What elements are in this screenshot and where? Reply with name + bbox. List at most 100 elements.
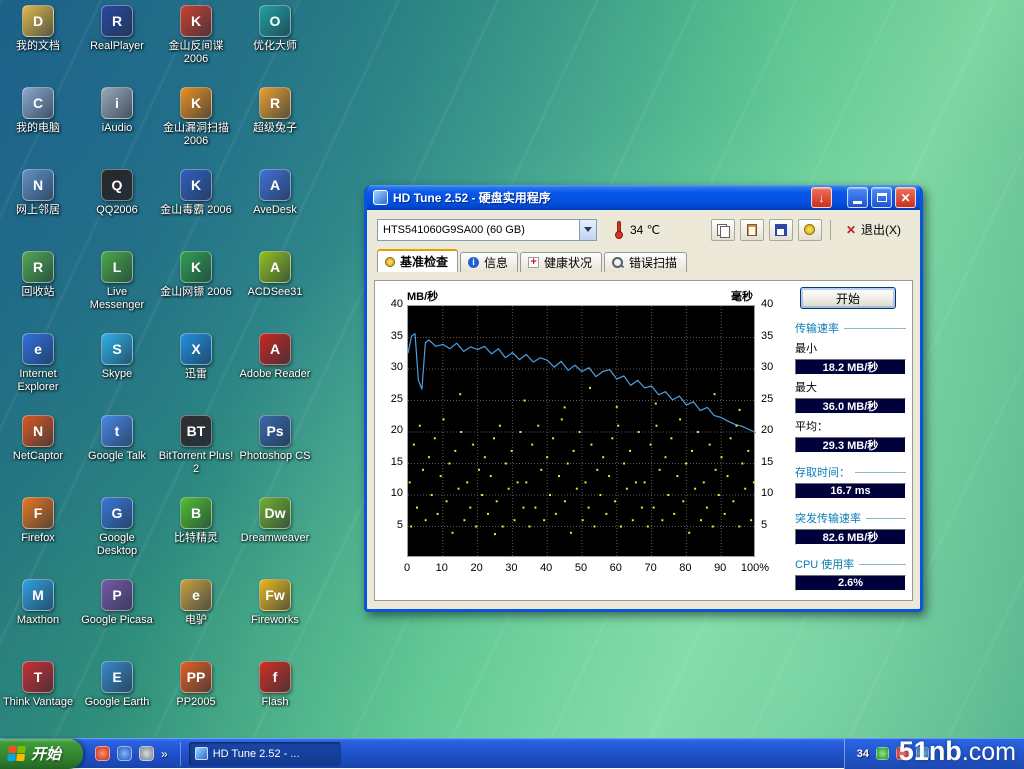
desktop-icon-8[interactable]: TThink Vantage [0,661,76,709]
save-button[interactable] [769,219,793,241]
quick-launch-chevron-icon[interactable]: » [161,747,168,761]
desktop-icon-6[interactable]: FFirefox [0,497,76,545]
desktop-icon-label: Google Desktop [79,532,155,557]
desktop-icon-label: 优化大师 [237,40,313,53]
desktop-icon-19[interactable]: K金山漏洞扫描 2006 [158,87,234,147]
desktop-icon-34[interactable]: FwFireworks [237,579,313,627]
desktop-icon-29[interactable]: AAveDesk [237,169,313,217]
desktop-icon-27[interactable]: O优化大师 [237,5,313,53]
desktop-icon-13[interactable]: SSkype [79,333,155,381]
x-tick: 20 [461,562,493,574]
desktop-icon-label: 金山毒霸 2006 [158,204,234,217]
desktop-icon-3[interactable]: R回收站 [0,251,76,299]
x-tick: 60 [600,562,632,574]
desktop-icon-21[interactable]: K金山网镖 2006 [158,251,234,299]
app-icon: G [101,497,133,529]
x-tick: 80 [669,562,701,574]
desktop-icon-32[interactable]: PsPhotoshop CS [237,415,313,463]
start-benchmark-button[interactable]: 开始 [800,287,896,309]
desktop-icon-23[interactable]: BT BitTorrent Plus! 2 [158,415,234,475]
quick-launch-icon-1[interactable] [95,746,110,761]
tab-benchmark[interactable]: 基准检查 [377,249,458,272]
quick-launch-icon-2[interactable] [117,746,132,761]
desktop-icon-15[interactable]: G Google Desktop [79,497,155,557]
desktop-icon-grid: D我的文档 C我的电脑 N网上邻居 R回收站 eInternet Explorer NNe… [0,0,330,738]
desktop-icon-label: 我的电脑 [0,122,76,135]
desktop-icon-2[interactable]: N网上邻居 [0,169,76,217]
result-group-title: 存取时间： [795,464,906,480]
desktop-icon-24[interactable]: B比特精灵 [158,497,234,545]
results-groups: 传输速率最小18.2 MB/秒最大36.0 MB/秒平均：29.3 MB/秒存取… [795,320,906,591]
exit-label: 退出(X) [861,221,901,238]
quick-launch-icon-3[interactable] [139,746,154,761]
dropdown-arrow-icon[interactable] [579,220,596,240]
desktop-icon-4[interactable]: eInternet Explorer [0,333,76,393]
desktop-icon-label: 超级兔子 [237,122,313,135]
app-icon: D [22,5,54,37]
app-icon: N [22,415,54,447]
desktop-icon-18[interactable]: K金山反间谍 2006 [158,5,234,65]
window-titlebar[interactable]: HD Tune 2.52 - 硬盘实用程序 ↓ ✕ [367,185,920,210]
app-icon: S [101,333,133,365]
options-icon [804,224,815,235]
desktop-icon-30[interactable]: AACDSee31 [237,251,313,299]
app-icon: BT [180,415,212,447]
desktop-icon-10[interactable]: iiAudio [79,87,155,135]
desktop-icon-5[interactable]: NNetCaptor [0,415,76,463]
tab-health[interactable]: +健康状况 [520,252,602,272]
desktop-icon-22[interactable]: X迅雷 [158,333,234,381]
tab-info[interactable]: i信息 [460,252,518,272]
desktop-icon-label: ACDSee31 [237,286,313,299]
drive-select[interactable]: HTS541060G9SA00 (60 GB) [377,219,597,241]
toolbar-separator [830,220,831,240]
desktop-icon-28[interactable]: R超级兔子 [237,87,313,135]
tab-scan[interactable]: 错误扫描 [604,252,687,272]
desktop-icon-11[interactable]: QQQ2006 [79,169,155,217]
exit-x-icon: ✕ [846,223,856,237]
result-group-title: 传输速率 [795,320,906,336]
desktop-icon-label: Photoshop CS [237,450,313,463]
tray-icon-1[interactable] [876,747,889,760]
tab-label: 信息 [484,254,508,271]
desktop-icon-label: QQ2006 [79,204,155,217]
desktop-icon-9[interactable]: RRealPlayer [79,5,155,53]
result-avg-label: 平均： [795,418,906,434]
desktop-icon-14[interactable]: tGoogle Talk [79,415,155,463]
exit-button[interactable]: ✕ 退出(X) [839,218,912,241]
hdtune-task-button[interactable]: HD Tune 2.52 - ... [189,742,341,766]
download-arrow-button[interactable]: ↓ [811,187,832,208]
desktop-icon-25[interactable]: e电驴 [158,579,234,627]
copy-image-button[interactable] [740,219,764,241]
desktop-icon-7[interactable]: MMaxthon [0,579,76,627]
desktop-icon-16[interactable]: PGoogle Picasa [79,579,155,627]
desktop-icon-label: RealPlayer [79,40,155,53]
maximize-button[interactable] [871,187,892,208]
result-min-value: 18.2 MB/秒 [795,359,906,375]
desktop-icon-label: PP2005 [158,696,234,709]
options-button[interactable] [798,219,822,241]
desktop-icon-label: BitTorrent Plus! 2 [158,450,234,475]
desktop-icon-26[interactable]: PPPP2005 [158,661,234,709]
desktop-icon-1[interactable]: C我的电脑 [0,87,76,135]
x-tick: 70 [635,562,667,574]
copy-text-button[interactable] [711,219,735,241]
close-button[interactable]: ✕ [895,187,916,208]
app-icon: K [180,5,212,37]
desktop-icon-17[interactable]: EGoogle Earth [79,661,155,709]
desktop-icon-label: Think Vantage [0,696,76,709]
window-title: HD Tune 2.52 - 硬盘实用程序 [393,189,808,206]
desktop-icon-0[interactable]: D我的文档 [0,5,76,53]
desktop-icon-33[interactable]: DwDreamweaver [237,497,313,545]
desktop-icon-12[interactable]: LLive Messenger [79,251,155,311]
minimize-button[interactable] [847,187,868,208]
hdtune-task-icon [195,747,208,760]
start-button[interactable]: 开始 [0,739,83,769]
app-icon: K [180,169,212,201]
result-min-label: 最小 [795,340,906,356]
y-right-tick: 25 [761,393,785,405]
desktop-icon-31[interactable]: AAdobe Reader [237,333,313,381]
desktop-icon-35[interactable]: fFlash [237,661,313,709]
desktop-icon-20[interactable]: K 金山毒霸 2006 [158,169,234,217]
result-max-value: 36.0 MB/秒 [795,398,906,414]
desktop-icon-label: Google Talk [79,450,155,463]
